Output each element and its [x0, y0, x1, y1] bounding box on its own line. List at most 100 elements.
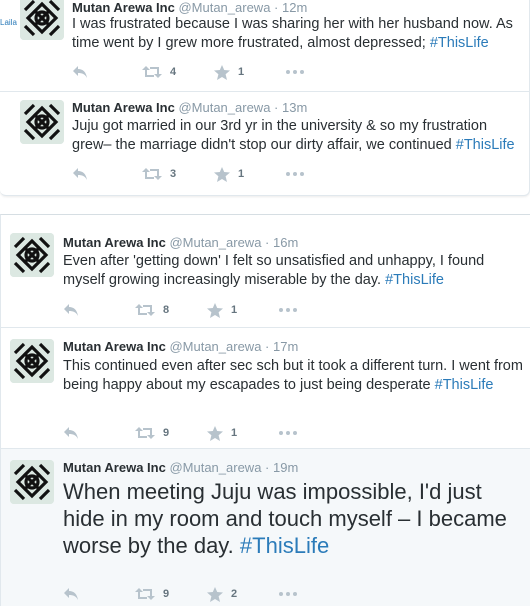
reply-button[interactable] [72, 166, 88, 182]
more-icon [279, 592, 297, 596]
avatar[interactable] [20, 0, 64, 40]
retweet-count: 9 [163, 427, 170, 439]
retweet-icon [135, 427, 155, 439]
tweet[interactable]: Mutan Arewa Inc @Mutan_arewa · 17m This … [1, 328, 530, 449]
reply-icon [73, 66, 87, 78]
timeline-card-top: Laila Mutan Arewa Inc @Mutan_arewa · 12m… [0, 0, 530, 196]
favorite-button[interactable]: 1 [214, 166, 244, 182]
more-button[interactable] [279, 302, 297, 318]
retweet-button[interactable]: 9 [135, 586, 169, 602]
retweet-icon [135, 588, 155, 600]
favorite-count: 1 [231, 427, 238, 439]
retweet-button[interactable]: 3 [142, 166, 176, 182]
hashtag-link[interactable]: #ThisLife [430, 35, 489, 51]
reply-button[interactable] [72, 64, 88, 80]
tweet-actions: 4 1 [72, 64, 332, 80]
tweet-text: I was frustrated because I was sharing h… [72, 15, 520, 53]
reply-button[interactable] [63, 425, 79, 441]
display-name[interactable]: Mutan Arewa Inc [63, 235, 166, 250]
reply-button[interactable] [63, 586, 79, 602]
tweet-header: Mutan Arewa Inc @Mutan_arewa · 12m [72, 0, 307, 16]
display-name[interactable]: Mutan Arewa Inc [63, 339, 166, 354]
timeline-card-bottom: Mutan Arewa Inc @Mutan_arewa · 16m Even … [0, 214, 530, 606]
reply-icon [64, 304, 78, 316]
reply-icon [64, 427, 78, 439]
separator: · [265, 235, 270, 250]
favorite-count: 1 [238, 168, 245, 180]
knot-logo-icon [10, 460, 54, 504]
tweet-text: Juju got married in our 3rd yr in the un… [72, 117, 524, 155]
more-button[interactable] [279, 586, 297, 602]
tweet-actions: 8 1 [63, 302, 323, 318]
timestamp[interactable]: 12m [282, 0, 307, 15]
tweet-header: Mutan Arewa Inc @Mutan_arewa · 17m [63, 339, 298, 355]
hashtag-link[interactable]: #ThisLife [385, 272, 444, 288]
star-icon [214, 64, 230, 80]
knot-logo-icon [20, 0, 64, 40]
knot-logo-icon [10, 233, 54, 277]
tweet-actions: 3 1 [72, 166, 332, 182]
hashtag-link[interactable]: #ThisLife [435, 377, 494, 393]
favorite-count: 2 [231, 588, 238, 600]
star-icon [207, 302, 223, 318]
more-button[interactable] [286, 166, 304, 182]
display-name[interactable]: Mutan Arewa Inc [63, 460, 166, 475]
username[interactable]: @Mutan_arewa [178, 100, 270, 115]
favorite-button[interactable]: 1 [207, 425, 237, 441]
username[interactable]: @Mutan_arewa [178, 0, 270, 15]
favorite-count: 1 [231, 304, 238, 316]
tweet[interactable]: Mutan Arewa Inc @Mutan_arewa · 13m Juju … [0, 92, 530, 196]
reply-icon [64, 588, 78, 600]
favorite-button[interactable]: 1 [214, 64, 244, 80]
tweet-header: Mutan Arewa Inc @Mutan_arewa · 13m [72, 100, 307, 116]
avatar[interactable] [10, 233, 54, 277]
tweet-text: When meeting Juju was impossible, I'd ju… [63, 478, 527, 559]
hashtag-link[interactable]: #ThisLife [240, 533, 329, 558]
timestamp[interactable]: 17m [273, 339, 298, 354]
tweet-header: Mutan Arewa Inc @Mutan_arewa · 16m [63, 235, 298, 251]
separator: · [274, 100, 279, 115]
timestamp[interactable]: 19m [273, 460, 298, 475]
tweet[interactable]: Laila Mutan Arewa Inc @Mutan_arewa · 12m… [0, 0, 530, 92]
retweet-icon [142, 66, 162, 78]
knot-logo-icon [10, 339, 54, 383]
retweet-count: 3 [170, 168, 177, 180]
star-icon [207, 586, 223, 602]
timestamp[interactable]: 16m [273, 235, 298, 250]
username[interactable]: @Mutan_arewa [169, 339, 261, 354]
username[interactable]: @Mutan_arewa [169, 460, 261, 475]
tweet-text: This continued even after sec sch but it… [63, 357, 523, 395]
avatar[interactable] [20, 100, 64, 144]
display-name[interactable]: Mutan Arewa Inc [72, 0, 175, 15]
more-icon [286, 70, 304, 74]
tweet[interactable]: Mutan Arewa Inc @Mutan_arewa · 16m Even … [1, 215, 530, 328]
tweet-text: Even after 'getting down' I felt so unsa… [63, 252, 523, 290]
reply-button[interactable] [63, 302, 79, 318]
more-button[interactable] [279, 425, 297, 441]
avatar[interactable] [10, 339, 54, 383]
timestamp[interactable]: 13m [282, 100, 307, 115]
favorite-button[interactable]: 1 [207, 302, 237, 318]
retweet-count: 8 [163, 304, 170, 316]
more-icon [279, 431, 297, 435]
retweet-count: 9 [163, 588, 170, 600]
separator: · [274, 0, 279, 15]
separator: · [265, 460, 270, 475]
retweet-button[interactable]: 4 [142, 64, 176, 80]
more-button[interactable] [286, 64, 304, 80]
retweet-button[interactable]: 8 [135, 302, 169, 318]
favorite-count: 1 [238, 66, 245, 78]
display-name[interactable]: Mutan Arewa Inc [72, 100, 175, 115]
reply-icon [73, 168, 87, 180]
more-icon [279, 308, 297, 312]
favorite-button[interactable]: 2 [207, 586, 237, 602]
tweet-highlighted[interactable]: Mutan Arewa Inc @Mutan_arewa · 19m When … [1, 449, 530, 606]
separator: · [265, 339, 270, 354]
hashtag-link[interactable]: #ThisLife [456, 137, 515, 153]
star-icon [207, 425, 223, 441]
username[interactable]: @Mutan_arewa [169, 235, 261, 250]
side-label: Laila [0, 18, 17, 27]
avatar[interactable] [10, 460, 54, 504]
retweet-button[interactable]: 9 [135, 425, 169, 441]
more-icon [286, 172, 304, 176]
